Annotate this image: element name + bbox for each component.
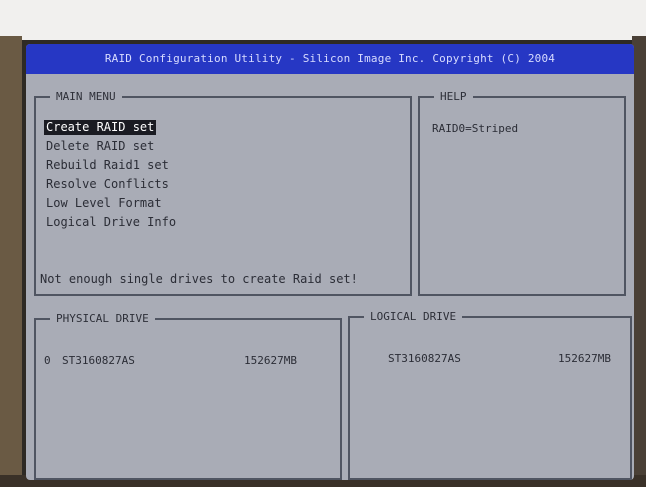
- physical-drive-title: PHYSICAL DRIVE: [50, 312, 155, 326]
- menu-item-low-level-format[interactable]: Low Level Format: [44, 196, 164, 210]
- monitor-bezel-right: [632, 36, 646, 487]
- main-menu-list: Create RAID set Delete RAID set Rebuild …: [44, 116, 178, 230]
- menu-item-resolve-conflicts[interactable]: Resolve Conflicts: [44, 177, 171, 191]
- monitor-bezel-left: [0, 36, 22, 487]
- monitor-bezel-top: [0, 0, 646, 40]
- menu-item-logical-drive-info[interactable]: Logical Drive Info: [44, 215, 178, 229]
- bios-screen: RAID Configuration Utility - Silicon Ima…: [26, 44, 634, 480]
- logical-drive-model: ST3160827AS: [388, 352, 461, 365]
- physical-drive-index: 0: [44, 354, 51, 367]
- help-title: HELP: [434, 90, 473, 104]
- status-message: Not enough single drives to create Raid …: [40, 272, 358, 286]
- menu-item-create-raid-set[interactable]: Create RAID set: [44, 120, 157, 135]
- help-text: RAID0=Striped: [432, 122, 519, 135]
- menu-item-delete-raid-set[interactable]: Delete RAID set: [44, 139, 156, 153]
- logical-drive-panel: LOGICAL DRIVE ST3160827AS 152627MB: [348, 310, 632, 480]
- help-panel: HELP RAID0=Striped: [418, 90, 626, 296]
- logical-drive-title: LOGICAL DRIVE: [364, 310, 463, 324]
- physical-drive-panel: PHYSICAL DRIVE 0 ST3160827AS 152627MB: [34, 312, 342, 480]
- physical-drive-size: 152627MB: [244, 354, 297, 367]
- main-menu-title: MAIN MENU: [50, 90, 122, 104]
- menu-item-rebuild-raid1-set[interactable]: Rebuild Raid1 set: [44, 158, 171, 172]
- physical-drive-model: ST3160827AS: [62, 354, 135, 367]
- main-menu-panel: MAIN MENU Create RAID set Delete RAID se…: [34, 90, 412, 296]
- title-bar: RAID Configuration Utility - Silicon Ima…: [26, 44, 634, 74]
- logical-drive-size: 152627MB: [558, 352, 611, 365]
